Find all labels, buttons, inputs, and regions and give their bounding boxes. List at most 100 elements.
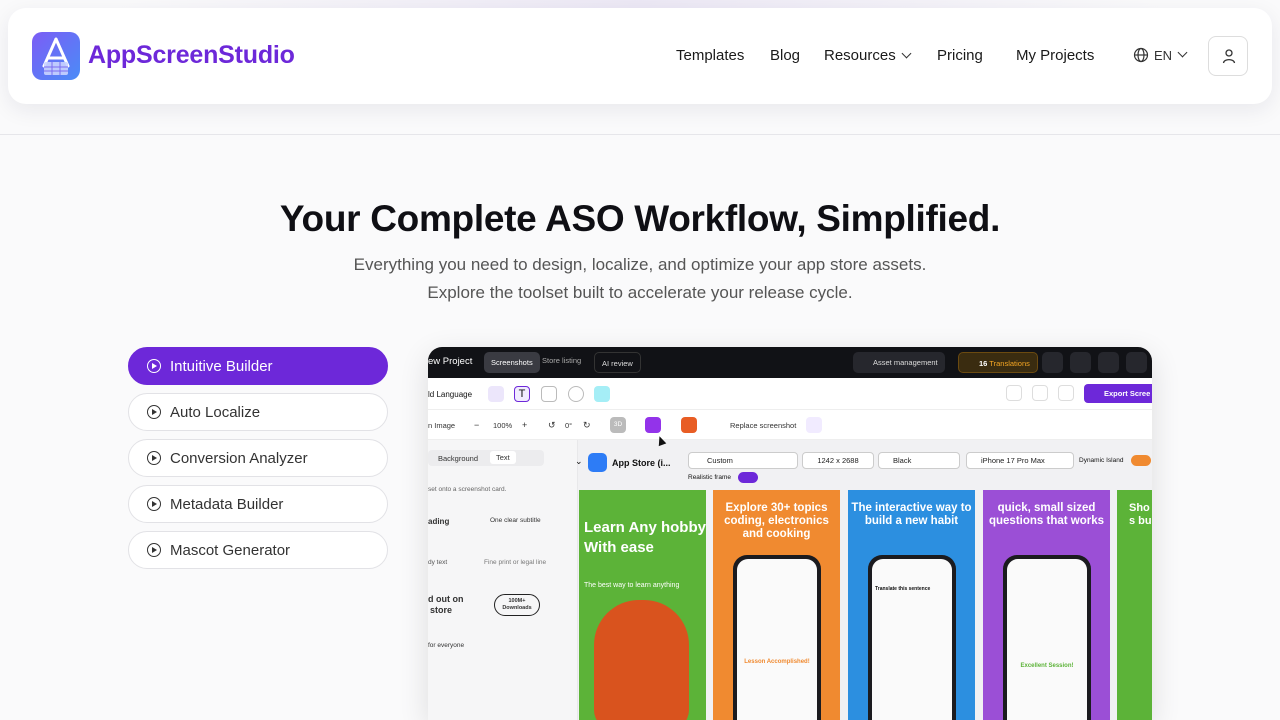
feature-tab-auto-localize[interactable]: Auto Localize (128, 393, 388, 431)
fine-print-preset[interactable]: Fine print or legal line (484, 559, 546, 566)
undo-icon[interactable] (1006, 385, 1022, 401)
nav-blog[interactable]: Blog (770, 47, 800, 64)
export-button[interactable]: Export Scree (1084, 384, 1152, 403)
nav-resources-label: Resources (824, 47, 896, 64)
realistic-frame-label: Realistic frame (688, 474, 731, 481)
feature-tab-intuitive-builder[interactable]: Intuitive Builder (128, 347, 388, 385)
asset-management-button[interactable]: Asset management (853, 352, 945, 373)
globe-icon[interactable] (1126, 352, 1147, 373)
text-tool-icon[interactable]: T (514, 386, 530, 402)
mascot-image (594, 600, 689, 720)
project-title: ew Project (428, 356, 473, 367)
heading-preset[interactable]: ading (428, 517, 449, 526)
phone-frame: Excellent Session! (1003, 555, 1091, 720)
canvas-area: ⌄ App Store (i... Custom 1242 x 2688 Bla… (575, 440, 1152, 720)
trash-icon[interactable] (830, 417, 846, 433)
badge-line2: Downloads (502, 605, 532, 611)
replace-screenshot-button[interactable]: Replace screenshot (718, 421, 796, 430)
phone-screen-text: Translate this sentence (875, 586, 931, 592)
palette-icon[interactable] (568, 386, 584, 402)
card-caption: Sho s bu (1129, 502, 1152, 527)
subtitle-preset[interactable]: One clear subtitle (490, 517, 541, 524)
body-preset[interactable]: dy text (428, 559, 447, 566)
play-circle-icon (147, 405, 161, 419)
language-selector[interactable]: EN (1133, 47, 1188, 63)
translations-label: Translations (989, 359, 1030, 368)
bug-icon[interactable] (1070, 352, 1091, 373)
eye-icon[interactable] (1058, 385, 1074, 401)
feature-tab-mascot-generator[interactable]: Mascot Generator (128, 531, 388, 569)
screenshot-card[interactable]: Learn Any hobby With ease The best way t… (579, 490, 706, 720)
tab-ai-review[interactable]: AI review (594, 352, 641, 373)
frame-color-select[interactable]: Black (878, 452, 960, 469)
feature-tab-conversion-analyzer[interactable]: Conversion Analyzer (128, 439, 388, 477)
account-button[interactable] (1208, 36, 1248, 76)
ai-icon[interactable] (681, 417, 697, 433)
nav-pricing[interactable]: Pricing (937, 47, 983, 64)
magic-select-icon[interactable] (645, 417, 661, 433)
image-tool-icon[interactable] (541, 386, 557, 402)
color-swatch[interactable] (594, 386, 610, 402)
brand-name[interactable]: AppScreenStudio (88, 41, 295, 70)
standout-preset-line2: store (430, 605, 453, 615)
language-label: EN (1154, 47, 1173, 63)
side-tab-text[interactable]: Text (490, 451, 516, 464)
user-icon (1222, 49, 1236, 64)
image-toolbar: n Image − 100% + ↺ 0° ↻ 3D Replace scree… (428, 410, 1152, 440)
rotate-left-icon[interactable]: ↺ (548, 420, 556, 431)
image-label: n Image (428, 421, 456, 430)
nav-templates[interactable]: Templates (676, 47, 744, 64)
zoom-level: 100% (493, 421, 513, 430)
phone-screen-text: Lesson Accomplished! (744, 659, 810, 665)
3d-button[interactable]: 3D (610, 417, 626, 433)
redo-icon[interactable] (1032, 385, 1048, 401)
hero-subtitle-line2: Explore the toolset built to accelerate … (427, 283, 853, 302)
tab-store-listing[interactable]: Store listing (542, 356, 581, 365)
side-tab-background[interactable]: Background (438, 454, 478, 463)
screenshot-card[interactable]: Sho s bu (1117, 490, 1152, 720)
realistic-frame-toggle[interactable] (738, 472, 758, 483)
dimension-separator: x (836, 456, 840, 465)
size-preset-select[interactable]: Custom (688, 452, 798, 469)
dimensions-field[interactable]: 1242 x 2688 (802, 452, 874, 469)
nav-my-projects[interactable]: My Projects (1016, 47, 1094, 64)
dynamic-island-toggle[interactable] (1131, 455, 1151, 466)
magic-icon[interactable] (488, 386, 504, 402)
chevron-down-icon[interactable]: ⌄ (575, 456, 583, 467)
bell-icon[interactable] (1098, 352, 1119, 373)
badge-line1: 100M+ (508, 598, 526, 604)
size-preset-value: Custom (707, 456, 733, 465)
device-select[interactable]: iPhone 17 Pro Max (966, 452, 1074, 469)
screenshot-card[interactable]: The interactive way to build a new habit… (848, 490, 975, 720)
phone-frame: Lesson Accomplished! (733, 555, 821, 720)
translations-button[interactable]: 16 Translations (958, 352, 1038, 373)
feature-tab-label: Conversion Analyzer (170, 449, 308, 467)
app-logo-icon[interactable] (32, 32, 80, 80)
zoom-out-icon[interactable]: − (474, 420, 479, 430)
standout-preset[interactable]: d out on (428, 594, 464, 604)
for-everyone-preset[interactable]: for everyone (428, 642, 464, 649)
play-circle-icon (147, 359, 161, 373)
screenshot-card[interactable]: Explore 30+ topics coding, electronics a… (713, 490, 840, 720)
chevron-down-icon (901, 48, 912, 59)
zoom-in-icon[interactable]: + (522, 420, 527, 430)
store-label: App Store (i... (612, 458, 671, 468)
device-icon[interactable] (806, 417, 822, 433)
properties-panel: Background Text set onto a screenshot ca… (428, 440, 578, 720)
feature-tab-metadata-builder[interactable]: Metadata Builder (128, 485, 388, 523)
downloads-badge-preset[interactable]: 100M+ Downloads (494, 594, 540, 616)
rotate-right-icon[interactable]: ↻ (583, 420, 591, 431)
tab-screenshots[interactable]: Screenshots (484, 352, 540, 373)
nav-resources[interactable]: Resources (824, 47, 912, 64)
user-icon[interactable] (1042, 352, 1063, 373)
card-subcaption: The best way to learn anything (584, 582, 680, 589)
add-language-button[interactable]: ld Language (428, 390, 472, 399)
feature-tab-label: Auto Localize (170, 403, 261, 421)
hero-subtitle-line1: Everything you need to design, localize,… (353, 255, 927, 274)
card-caption: quick, small sized questions that works (988, 502, 1105, 527)
chevron-down-icon (1177, 47, 1188, 57)
height-value: 2688 (841, 456, 859, 465)
asset-management-label: Asset management (873, 358, 938, 367)
screenshot-card[interactable]: quick, small sized questions that works … (983, 490, 1110, 720)
app-store-icon (588, 453, 607, 472)
